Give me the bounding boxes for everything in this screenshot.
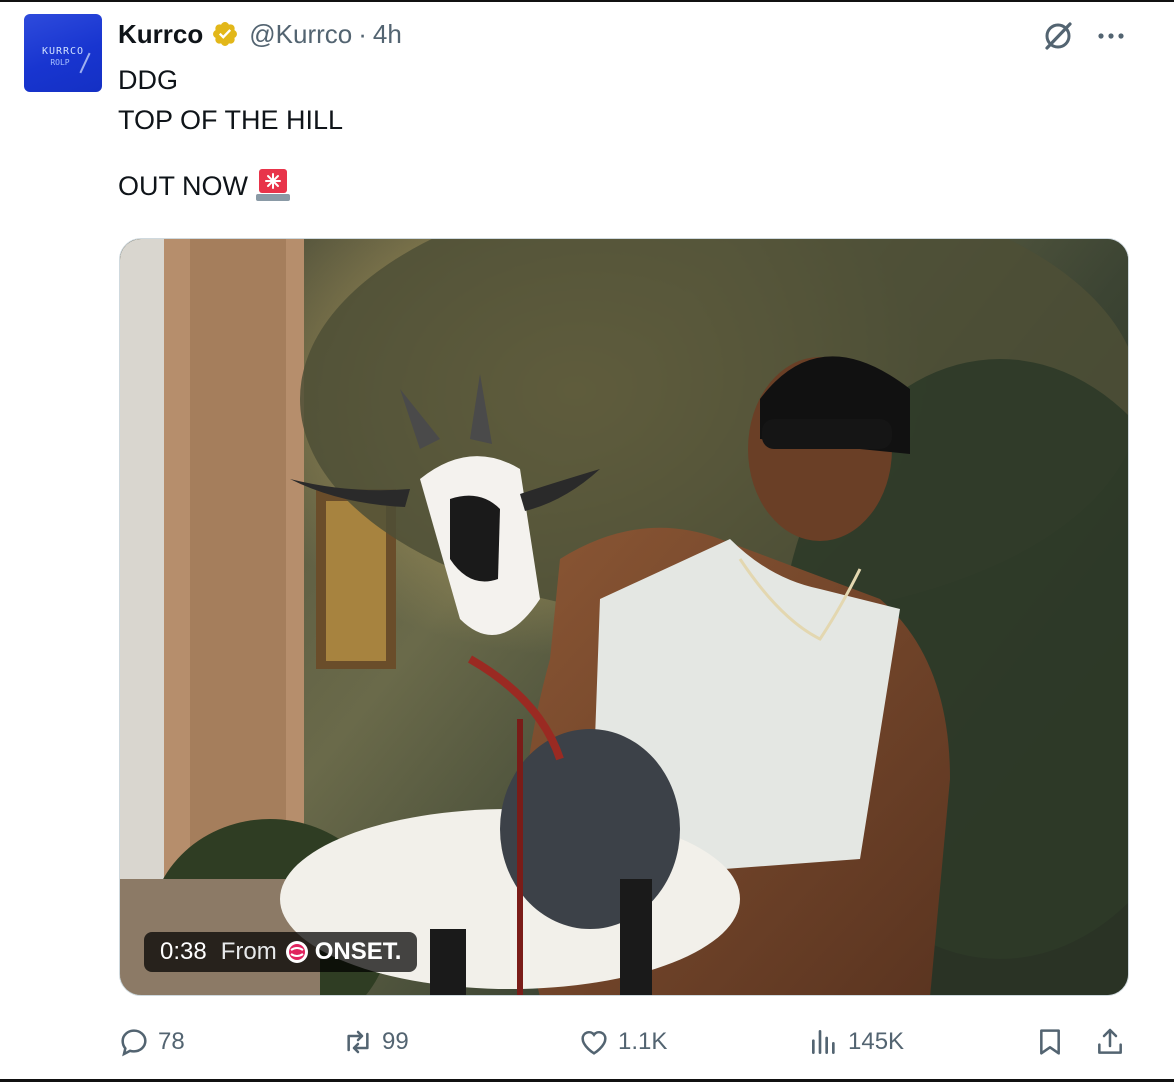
share-icon [1098,1028,1122,1054]
post-text-line: OUT NOW [118,171,248,201]
post-text-line-with-emoji: OUT NOW [118,166,343,206]
repost-button[interactable]: 99 [342,1020,409,1064]
video-source-name[interactable]: ONSET. [315,938,402,966]
post-text-line: DDG [118,65,178,95]
share-button[interactable] [1094,1020,1126,1064]
post-text-line: TOP OF THE HILL [118,105,344,135]
post-text: DDG TOP OF THE HILL OUT NOW [118,60,343,206]
timestamp[interactable]: 4h [373,19,402,50]
more-icon[interactable] [1094,24,1128,48]
repost-icon [347,1030,369,1054]
bookmark-button[interactable] [1034,1020,1066,1064]
avatar[interactable]: KURRCO ROLP [24,14,102,92]
video-player[interactable] [119,238,1129,996]
onset-logo-icon[interactable] [285,940,309,964]
separator-dot: · [358,18,367,49]
video-info-badge: 0:38 From ONSET. [144,932,418,972]
top-border [0,0,1174,2]
views-chart-icon [812,1030,835,1054]
video-from-label: From [220,938,277,965]
bookmark-icon [1040,1029,1060,1055]
verified-badge-icon[interactable] [211,20,239,48]
reply-button[interactable]: 78 [118,1020,185,1064]
siren-icon [256,169,290,201]
post-text-gap [118,140,343,166]
video-thumbnail [120,239,1128,995]
post-header: Kurrco @Kurrco · 4h [118,16,402,52]
views-count: 145K [848,1028,905,1055]
heart-icon [581,1030,607,1055]
reply-count: 78 [158,1028,185,1055]
like-count: 1.1K [618,1028,668,1055]
views-button[interactable]: 145K [808,1020,904,1064]
grok-icon[interactable] [1040,18,1076,54]
repost-count: 99 [382,1028,409,1055]
video-duration: 0:38 [160,938,207,965]
like-button[interactable]: 1.1K [578,1020,667,1064]
author-handle[interactable]: @Kurrco [249,19,352,50]
action-bar: 78 99 1.1K 145K [118,1020,1130,1064]
reply-icon [121,1029,147,1057]
author-name[interactable]: Kurrco [118,19,203,50]
avatar-logo-subtext: ROLP [50,58,70,67]
